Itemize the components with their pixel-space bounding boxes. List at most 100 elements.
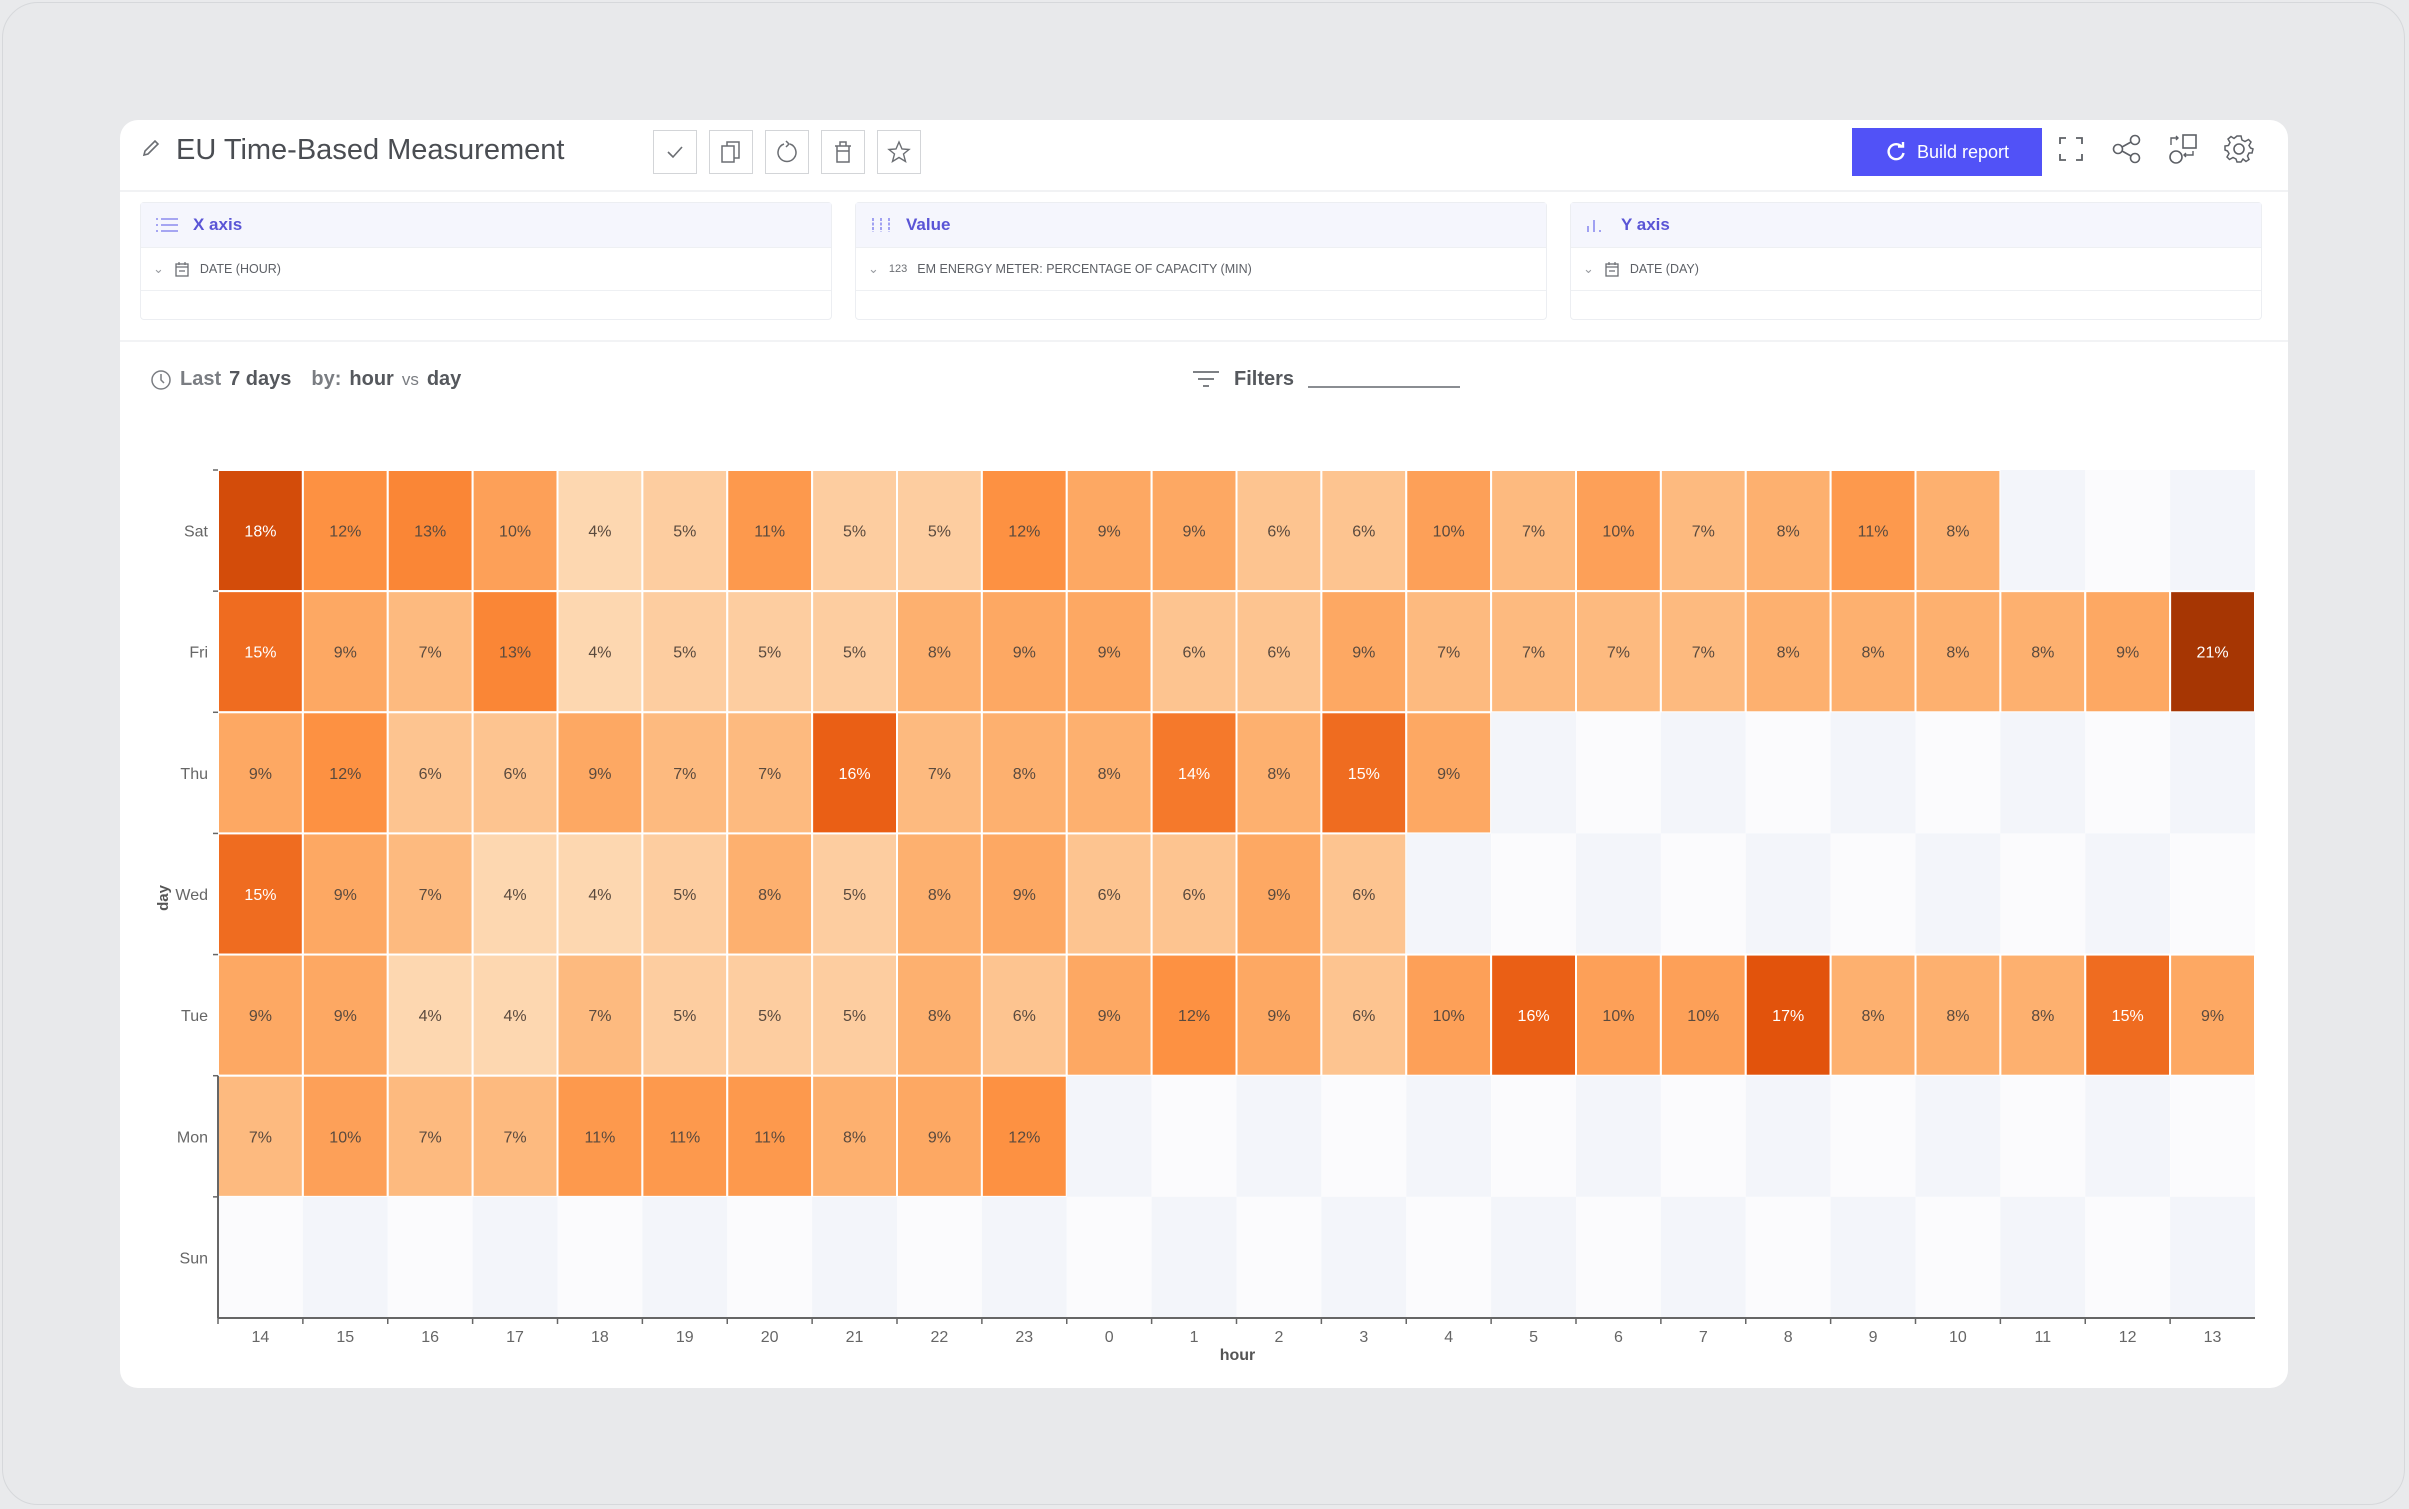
trash-icon <box>835 141 851 163</box>
heatmap-empty-cell <box>1830 833 1916 955</box>
favorite-button[interactable] <box>877 130 921 174</box>
swap-button[interactable] <box>2166 132 2200 166</box>
heatmap-cell <box>217 711 304 835</box>
heatmap-empty-cell <box>2085 470 2171 592</box>
heatmap-cell-label: 8% <box>1862 1008 1885 1025</box>
heatmap-empty-cell <box>1066 1075 1152 1197</box>
report-title[interactable]: EU Time-Based Measurement <box>176 134 564 167</box>
value-field[interactable]: ⌄ 123 EM ENERGY METER: PERCENTAGE OF CAP… <box>856 247 1546 291</box>
x-tick-label: 20 <box>761 1329 779 1346</box>
heatmap-cell <box>1999 953 2087 1077</box>
x-tick-label: 7 <box>1699 1329 1708 1346</box>
x-axis-field[interactable]: ⌄ DATE (HOUR) <box>141 247 831 291</box>
heatmap-empty-cell <box>1830 712 1916 834</box>
x-tick-label: 0 <box>1105 1329 1114 1346</box>
heatmap-empty-cell <box>2085 712 2171 834</box>
heatmap-cell <box>1150 711 1238 835</box>
delete-button[interactable] <box>821 130 865 174</box>
x-tick-label: 6 <box>1614 1329 1623 1346</box>
heatmap-cell-label: 4% <box>504 887 527 904</box>
heatmap-cell <box>1405 469 1493 593</box>
refresh-icon <box>1887 142 1905 161</box>
heatmap-cell <box>641 953 729 1077</box>
heatmap-cell <box>980 1074 1068 1198</box>
heatmap-cell <box>217 1074 304 1198</box>
gear-icon <box>2224 135 2254 163</box>
heatmap-cell <box>1744 469 1832 593</box>
by-label: by: <box>311 368 342 390</box>
heatmap-cell <box>641 832 729 956</box>
heatmap-cell <box>811 711 898 835</box>
build-report-label: Build report <box>1916 141 2010 162</box>
heatmap-cell <box>896 590 983 714</box>
heatmap-empty-cell <box>1915 1196 2001 1318</box>
pencil-icon[interactable] <box>140 137 162 164</box>
fullscreen-button[interactable] <box>2054 132 2088 166</box>
heatmap-cell <box>556 953 644 1077</box>
share-button[interactable] <box>2110 132 2144 166</box>
header-actions <box>2054 132 2256 166</box>
heatmap-empty-cell <box>1321 1196 1407 1318</box>
heatmap-cell <box>896 1074 983 1198</box>
y-tick-label: Sun <box>180 1250 208 1267</box>
chevron-down-icon[interactable]: ⌄ <box>153 261 164 277</box>
heatmap-cell <box>1320 711 1408 835</box>
heatmap-cell-label: 8% <box>843 1129 866 1146</box>
heatmap-cell <box>471 1074 559 1198</box>
heatmap-cell <box>1150 953 1238 1077</box>
duplicate-button[interactable] <box>709 130 753 174</box>
heatmap-cell <box>896 832 983 956</box>
heatmap-cell <box>641 1074 729 1198</box>
heatmap-cell-label: 5% <box>673 645 696 662</box>
save-button[interactable] <box>653 130 697 174</box>
chevron-down-icon[interactable]: ⌄ <box>1583 261 1594 277</box>
heatmap-cell-label: 16% <box>1518 1008 1550 1025</box>
heatmap-cell-label: 9% <box>334 887 357 904</box>
heatmap-empty-cell <box>1745 712 1831 834</box>
heatmap-cell-label: 9% <box>334 1008 357 1025</box>
heatmap-cell-label: 10% <box>1687 1008 1719 1025</box>
heatmap-cell <box>726 711 814 835</box>
heatmap-cell-label: 8% <box>1946 645 1969 662</box>
filter-icon <box>1193 370 1219 387</box>
filters-label: Filters <box>1234 368 1295 390</box>
heatmap-cell <box>1065 711 1153 835</box>
heatmap-cell-label: 8% <box>1098 766 1121 783</box>
heatmap-empty-cell <box>2000 1075 2086 1197</box>
heatmap-cell-label: 11% <box>585 1129 616 1146</box>
x-tick-label: 12 <box>2119 1329 2137 1346</box>
y-axis-field[interactable]: ⌄ DATE (DAY) <box>1571 247 2261 291</box>
heatmap-empty-cell <box>1576 833 1661 955</box>
heatmap-cell-label: 10% <box>1433 524 1465 541</box>
heatmap-cell-label: 6% <box>1267 645 1290 662</box>
heatmap-cell <box>1320 590 1408 714</box>
heatmap-empty-cell <box>1915 1075 2001 1197</box>
reset-button[interactable] <box>765 130 809 174</box>
heatmap-cell <box>386 832 474 956</box>
heatmap-cell-label: 5% <box>758 1008 781 1025</box>
heatmap-cell-label: 7% <box>1692 524 1715 541</box>
calendar-icon <box>175 262 189 277</box>
heatmap-cell <box>1235 711 1323 835</box>
heatmap-empty-cell <box>1236 1196 1322 1318</box>
filters-control[interactable]: Filters <box>1192 368 1461 391</box>
time-range-summary[interactable]: Last 7 days by: hour vs day <box>150 368 461 391</box>
heatmap-cell-label: 4% <box>588 887 611 904</box>
heatmap-empty-cell <box>2000 833 2086 955</box>
build-report-button[interactable]: Build report <box>1852 128 2042 176</box>
heatmap-empty-cell <box>2000 1196 2086 1318</box>
heatmap-cell <box>301 469 389 593</box>
settings-button[interactable] <box>2222 132 2256 166</box>
heatmap-cell <box>1320 953 1408 1077</box>
heatmap-cell-label: 5% <box>758 645 781 662</box>
heatmap-empty-cell <box>2085 1075 2171 1197</box>
filter-input[interactable] <box>1308 372 1461 388</box>
heatmap-cell-label: 11% <box>1858 524 1889 541</box>
chevron-down-icon[interactable]: ⌄ <box>868 261 879 277</box>
value-title: Value <box>906 215 951 234</box>
heatmap-cell <box>301 953 389 1077</box>
heatmap-cell-label: 7% <box>1437 645 1460 662</box>
heatmap-cell-label: 10% <box>1602 1008 1634 1025</box>
heatmap-cell-label: 8% <box>2031 1008 2054 1025</box>
by-x: hour <box>349 368 394 390</box>
